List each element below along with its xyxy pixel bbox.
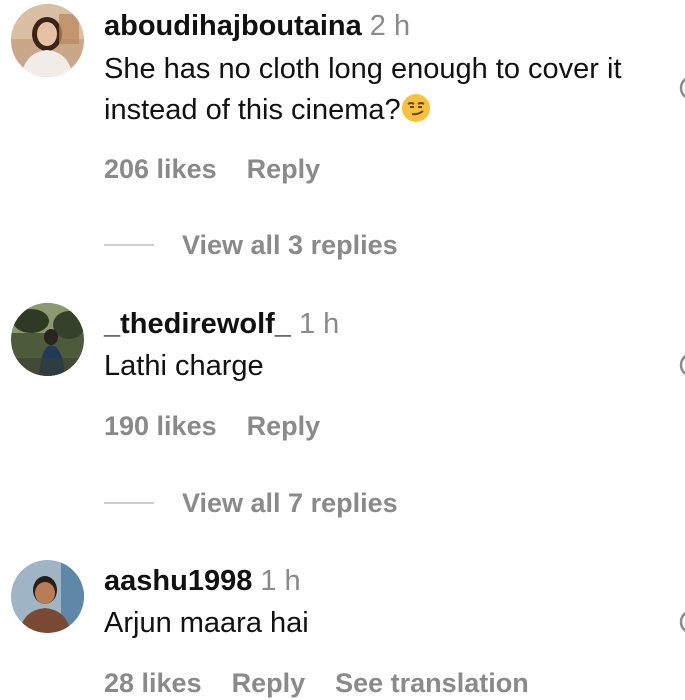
avatar-image xyxy=(11,303,84,376)
avatar[interactable] xyxy=(11,560,84,633)
reply-button[interactable]: Reply xyxy=(247,154,321,184)
view-replies-label[interactable]: View all 3 replies xyxy=(182,229,398,261)
avatar-image xyxy=(11,560,84,633)
username[interactable]: aboudihajboutaina xyxy=(104,10,362,42)
username[interactable]: aashu1998 xyxy=(104,565,252,597)
comment-actions: 28 likes Reply See translation xyxy=(104,667,559,699)
avatar[interactable] xyxy=(11,303,84,376)
likes-count[interactable]: 206 likes xyxy=(104,154,217,184)
username[interactable]: _thedirewolf_ xyxy=(104,308,291,340)
comment-text: Lathi charge xyxy=(104,346,624,387)
comment-text: She has no cloth long enough to cover it… xyxy=(104,49,624,131)
replies-divider xyxy=(104,244,154,246)
heart-icon[interactable] xyxy=(672,608,685,636)
comment-text-content: Arjun maara hai xyxy=(104,607,309,639)
likes-count[interactable]: 190 likes xyxy=(104,411,217,441)
comment-text: Arjun maara hai xyxy=(104,603,624,644)
timestamp: 1 h xyxy=(260,565,301,597)
see-translation-link[interactable]: See translation xyxy=(335,668,529,698)
view-replies-label[interactable]: View all 7 replies xyxy=(182,487,398,519)
comment-text-content: She has no cloth long enough to cover it… xyxy=(104,53,622,126)
timestamp: 2 h xyxy=(369,10,411,42)
comment-actions: 190 likes Reply xyxy=(104,410,350,442)
avatar[interactable] xyxy=(11,4,84,77)
avatar-image xyxy=(11,4,84,77)
heart-icon[interactable] xyxy=(672,351,685,379)
comment-text-content: Lathi charge xyxy=(104,350,264,382)
timestamp: 1 h xyxy=(298,308,340,340)
comment-actions: 206 likes Reply xyxy=(104,153,350,185)
heart-icon[interactable] xyxy=(672,74,685,102)
likes-count[interactable]: 28 likes xyxy=(104,668,202,698)
comment-header: aboudihajboutaina 2 h xyxy=(104,9,410,43)
smirking-face-emoji-icon xyxy=(401,94,430,122)
comment-header: _thedirewolf_ 1 h xyxy=(104,307,339,341)
replies-divider xyxy=(104,502,154,504)
comment-header: aashu1998 1 h xyxy=(104,564,301,598)
reply-button[interactable]: Reply xyxy=(247,411,321,441)
reply-button[interactable]: Reply xyxy=(232,668,306,698)
